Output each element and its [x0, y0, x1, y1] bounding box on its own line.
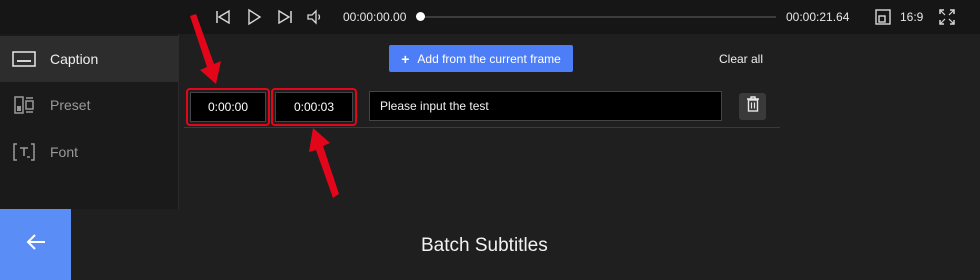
start-time-input[interactable]: 0:00:00 — [190, 92, 266, 122]
annotation-arrow-up-icon — [309, 128, 339, 198]
sidebar-item-caption[interactable]: Caption — [0, 36, 179, 82]
sidebar-item-label: Preset — [50, 97, 91, 113]
play-icon[interactable] — [245, 8, 263, 26]
annotation-arrow-down-icon — [190, 14, 221, 84]
fullscreen-icon[interactable] — [938, 8, 956, 26]
plus-icon: + — [401, 50, 410, 67]
arrow-left-icon — [25, 233, 47, 256]
seek-handle[interactable] — [416, 12, 425, 21]
clear-all-button[interactable]: Clear all — [719, 52, 763, 66]
caption-icon — [12, 49, 36, 69]
skip-forward-icon[interactable] — [276, 8, 294, 26]
player-bar: 00:00:00.00 00:00:21.64 16:9 — [0, 0, 980, 34]
page-title: Batch Subtitles — [421, 235, 548, 256]
font-icon — [12, 142, 36, 162]
add-from-current-frame-button[interactable]: + Add from the current frame — [389, 45, 573, 72]
aspect-ratio-label[interactable]: 16:9 — [900, 10, 923, 24]
end-time-input[interactable]: 0:00:03 — [275, 92, 353, 122]
current-time: 00:00:00.00 — [343, 10, 407, 24]
sidebar: Caption Preset Font — [0, 34, 179, 209]
sidebar-item-label: Caption — [50, 51, 99, 67]
total-time: 00:00:21.64 — [786, 10, 850, 24]
seek-track[interactable] — [420, 16, 776, 18]
start-time-field-highlight: 0:00:00 — [186, 88, 270, 126]
trash-icon — [746, 96, 760, 117]
aspect-ratio-icon[interactable] — [874, 8, 892, 26]
preset-icon — [12, 95, 36, 115]
subtitle-text-input[interactable]: Please input the test — [369, 91, 722, 121]
delete-row-button[interactable] — [739, 93, 766, 120]
end-time-field-highlight: 0:00:03 — [271, 88, 357, 126]
sidebar-item-font[interactable]: Font — [0, 129, 179, 175]
sidebar-item-label: Font — [50, 144, 79, 160]
sidebar-item-preset[interactable]: Preset — [0, 82, 179, 128]
row-divider — [184, 127, 780, 128]
back-button[interactable] — [0, 209, 71, 280]
volume-icon[interactable] — [306, 8, 324, 26]
add-button-label: Add from the current frame — [417, 51, 561, 66]
